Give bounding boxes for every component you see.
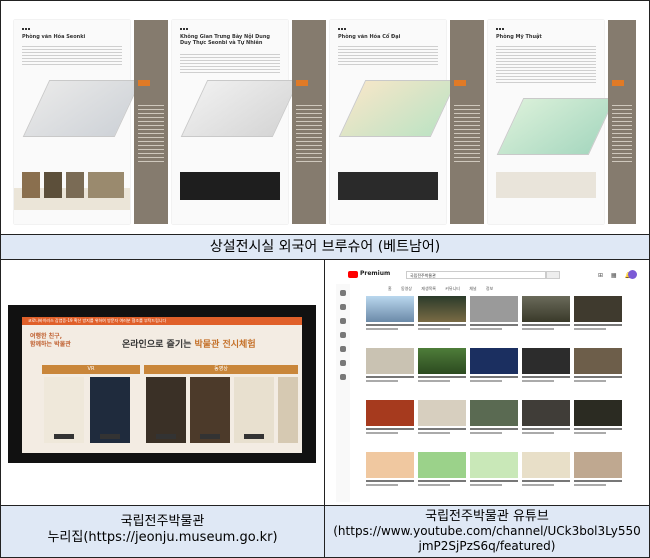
video-card[interactable] [470,296,518,330]
video-card[interactable] [470,400,518,434]
site-slogan: 여행한 친구, 함께하는 박물관 [30,333,71,348]
video-poster-4[interactable] [278,377,298,443]
page-text [22,44,122,66]
brochure-page-2: Không Gian Trưng Bày Nội Dung Duy Thực S… [172,20,300,224]
page-title: Phòng văn Hóa Cổ Đại [338,34,401,40]
video-card[interactable] [366,296,414,330]
youtube-screenshot: Premium 국립전주박물관 ⊞ ▦ 🔔 홈 동영상 재생목록 커뮤니티 채널… [336,266,642,502]
avatar[interactable] [628,270,637,279]
video-card[interactable] [470,348,518,382]
settings-icon[interactable] [340,374,346,380]
floor-map [180,80,300,150]
brochure-page-4: Phòng Mỹ Thuật [488,20,616,224]
video-card[interactable] [522,348,570,382]
page-title: Phòng Mỹ Thuật [496,34,542,40]
video-card[interactable] [574,296,622,330]
video-card[interactable] [574,452,622,486]
brochure-side-panel-3 [450,20,484,224]
video-card[interactable] [418,452,466,486]
downloads-icon[interactable] [340,360,346,366]
video-card[interactable] [574,400,622,434]
brochure-side-panel-1 [134,20,168,224]
brochure-side-panel-2 [292,20,326,224]
page-dots [22,28,30,32]
floor-tag [138,80,150,86]
page-title: Phòng văn Hóa Seonki [22,34,86,40]
youtube-url: (https://www.youtube.com/channel/UCk3bol… [333,524,641,553]
video-card[interactable] [574,348,622,382]
website-url: 누리집(https://jeonju.museum.go.kr) [47,530,278,545]
search-input[interactable]: 국립전주박물관 [406,271,546,279]
brochure-image: Phòng văn Hóa Seonki Không Gian Trưng Bà… [10,10,640,228]
video-card[interactable] [366,400,414,434]
youtube-name: 국립전주박물관 유튜브 [425,509,549,524]
floor-map [22,80,142,150]
video-card[interactable] [522,452,570,486]
video-card[interactable] [418,400,466,434]
channel-tabs[interactable]: 홈 동영상 재생목록 커뮤니티 채널 정보 [388,286,493,292]
youtube-sidebar [336,284,350,502]
caption-brochure: 상설전시실 외국어 브루슈어 (베트남어) [1,235,649,259]
video-card[interactable] [522,400,570,434]
subscriptions-icon[interactable] [340,318,346,324]
website-name: 국립전주박물관 [120,514,205,529]
home-icon[interactable] [340,290,346,296]
website-body: 여행한 친구, 함께하는 박물관 온라인으로 즐기는 박물관 전시체험 VR 동… [22,325,302,453]
video-card[interactable] [470,452,518,486]
notice-banner[interactable]: 코로나바이러스 감염증-19 확산 방지를 위하여 방문자 여러분 협조를 부탁… [22,317,302,325]
video-poster-3[interactable] [234,377,274,443]
caption-youtube: 국립전주박물관 유튜브 (https://www.youtube.com/cha… [325,506,649,557]
youtube-header: Premium 국립전주박물관 ⊞ ▦ 🔔 [336,266,642,284]
search-button[interactable] [546,271,560,279]
video-poster-1[interactable] [146,377,186,443]
vr-poster-1[interactable] [44,377,84,443]
brochure-page-3: Phòng văn Hóa Cổ Đại [330,20,458,224]
section-video[interactable]: 동영상 [144,365,298,374]
explore-icon[interactable] [340,304,346,310]
floor-map [496,98,616,168]
section-vr[interactable]: VR [42,365,140,374]
page-title: Không Gian Trưng Bày Nội Dung Duy Thực S… [180,34,270,46]
video-poster-2[interactable] [190,377,230,443]
vr-poster-2[interactable] [90,377,130,443]
youtube-logo-text[interactable]: Premium [360,270,390,277]
history-icon[interactable] [340,346,346,352]
video-card[interactable] [418,348,466,382]
caption-website: 국립전주박물관 누리집(https://jeonju.museum.go.kr) [1,506,324,557]
site-headline: 온라인으로 즐기는 박물관 전시체험 [122,340,256,350]
library-icon[interactable] [340,332,346,338]
brochure-side-panel-4 [608,20,636,224]
youtube-logo-icon[interactable] [348,271,358,278]
website-screenshot: 코로나바이러스 감염증-19 확산 방지를 위하여 방문자 여러분 협조를 부탁… [8,305,316,463]
floor-map [338,80,458,150]
video-card[interactable] [522,296,570,330]
video-card[interactable] [366,452,414,486]
brochure-page-1: Phòng văn Hóa Seonki [14,20,142,224]
video-card[interactable] [366,348,414,382]
video-card[interactable] [418,296,466,330]
